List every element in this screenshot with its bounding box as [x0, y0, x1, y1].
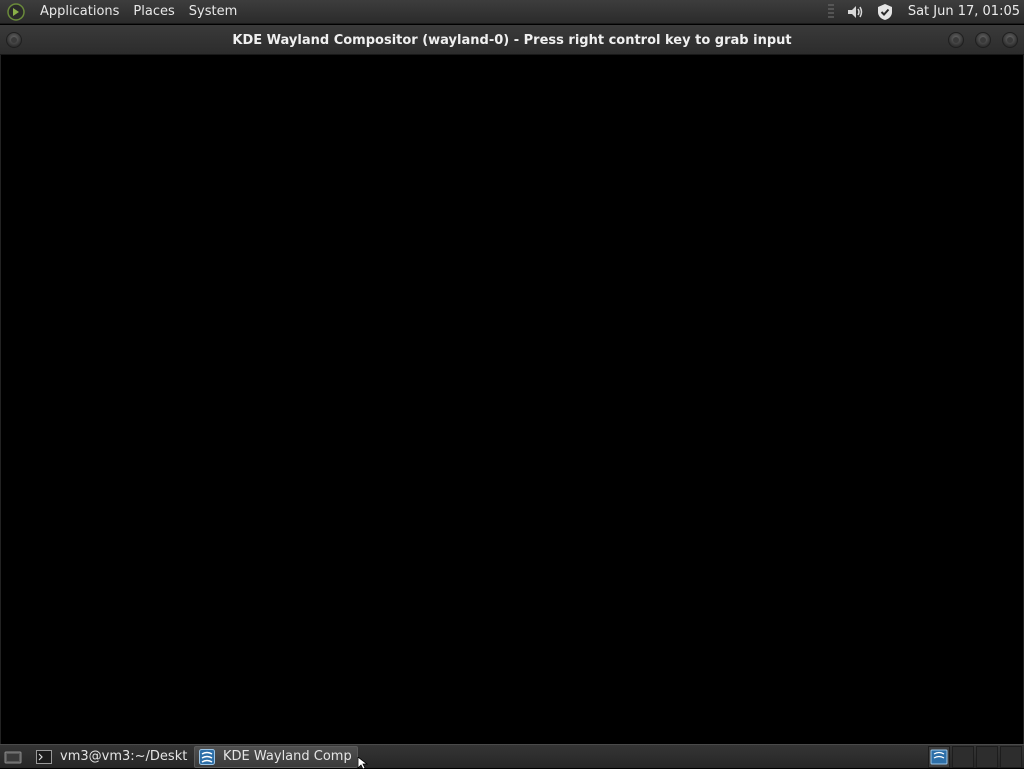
menu-system[interactable]: System — [182, 0, 244, 24]
taskbar-item-label: vm3@vm3:~/Desktop — [60, 749, 188, 764]
top-panel: Applications Places System Sat Jun 17, 0… — [0, 0, 1024, 24]
workspace-3[interactable] — [976, 745, 998, 768]
terminal-icon — [36, 749, 52, 765]
maximize-button[interactable] — [975, 32, 991, 48]
top-panel-tray: Sat Jun 17, 01:05 — [827, 0, 1024, 24]
bottom-panel: vm3@vm3:~/Desktop KDE Wayland Comp — [0, 744, 1024, 768]
taskbar-item-label: KDE Wayland Comp — [223, 749, 351, 764]
menu-places[interactable]: Places — [126, 0, 181, 24]
clock[interactable]: Sat Jun 17, 01:05 — [900, 0, 1024, 24]
workspace-4[interactable] — [1000, 745, 1022, 768]
window-title: KDE Wayland Compositor (wayland-0) - Pre… — [232, 33, 792, 48]
menu-applications[interactable]: Applications — [33, 0, 126, 24]
tray-handle[interactable] — [827, 3, 834, 20]
taskbar-item-terminal[interactable]: vm3@vm3:~/Desktop — [32, 746, 194, 768]
workspace-switcher — [928, 745, 1024, 768]
wayland-app-icon — [199, 748, 215, 765]
minimize-button[interactable] — [948, 32, 964, 48]
window-titlebar[interactable]: KDE Wayland Compositor (wayland-0) - Pre… — [0, 25, 1024, 55]
show-desktop-icon[interactable] — [2, 746, 24, 768]
compositor-surface[interactable] — [0, 55, 1024, 744]
workspace-1[interactable] — [928, 745, 950, 768]
taskbar-item-kde-wayland[interactable]: KDE Wayland Comp — [194, 745, 358, 768]
workspace-2[interactable] — [952, 745, 974, 768]
mouse-cursor-icon — [357, 757, 369, 769]
volume-icon[interactable] — [844, 1, 866, 23]
shield-icon[interactable] — [874, 1, 896, 23]
close-button[interactable] — [1002, 32, 1018, 48]
main-menu-logo-icon[interactable] — [6, 2, 26, 22]
